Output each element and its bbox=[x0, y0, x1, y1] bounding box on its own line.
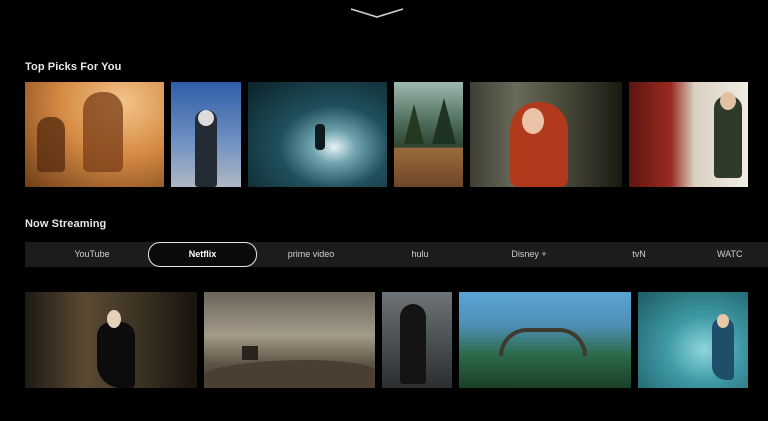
top-pick-card[interactable] bbox=[470, 82, 622, 187]
figure bbox=[97, 322, 135, 388]
figure bbox=[522, 108, 544, 134]
tab-prime-video[interactable]: prime video bbox=[256, 242, 366, 267]
streaming-card[interactable] bbox=[638, 292, 748, 388]
figure bbox=[37, 117, 65, 172]
figure bbox=[499, 328, 587, 356]
streaming-card[interactable] bbox=[25, 292, 197, 388]
tab-youtube[interactable]: YouTube bbox=[37, 242, 147, 267]
figure bbox=[107, 310, 121, 328]
top-pick-card[interactable] bbox=[25, 82, 164, 187]
streaming-card[interactable] bbox=[204, 292, 375, 388]
top-pick-card[interactable] bbox=[171, 82, 241, 187]
figure bbox=[400, 304, 426, 384]
top-pick-card[interactable] bbox=[394, 82, 463, 187]
figure bbox=[204, 360, 375, 388]
top-picks-title: Top Picks For You bbox=[25, 61, 122, 73]
figure bbox=[83, 92, 123, 172]
streaming-card[interactable] bbox=[382, 292, 452, 388]
figure bbox=[315, 124, 325, 150]
top-pick-card[interactable] bbox=[629, 82, 748, 187]
tab-tvn[interactable]: tvN bbox=[584, 242, 694, 267]
figure bbox=[198, 110, 214, 126]
tab-netflix[interactable]: Netflix bbox=[148, 242, 257, 267]
figure bbox=[404, 104, 424, 144]
tab-watcha[interactable]: WATC bbox=[717, 242, 768, 267]
streaming-card[interactable] bbox=[459, 292, 631, 388]
figure bbox=[717, 314, 729, 328]
figure bbox=[242, 346, 258, 360]
tab-disney-plus[interactable]: Disney + bbox=[474, 242, 584, 267]
top-pick-card[interactable] bbox=[248, 82, 387, 187]
chevron-down-icon[interactable] bbox=[349, 6, 405, 20]
tab-hulu[interactable]: hulu bbox=[366, 242, 474, 267]
streaming-service-tabs: YouTube Netflix prime video hulu Disney … bbox=[25, 242, 768, 267]
now-streaming-title: Now Streaming bbox=[25, 218, 107, 230]
figure bbox=[720, 92, 736, 110]
figure bbox=[432, 98, 456, 144]
